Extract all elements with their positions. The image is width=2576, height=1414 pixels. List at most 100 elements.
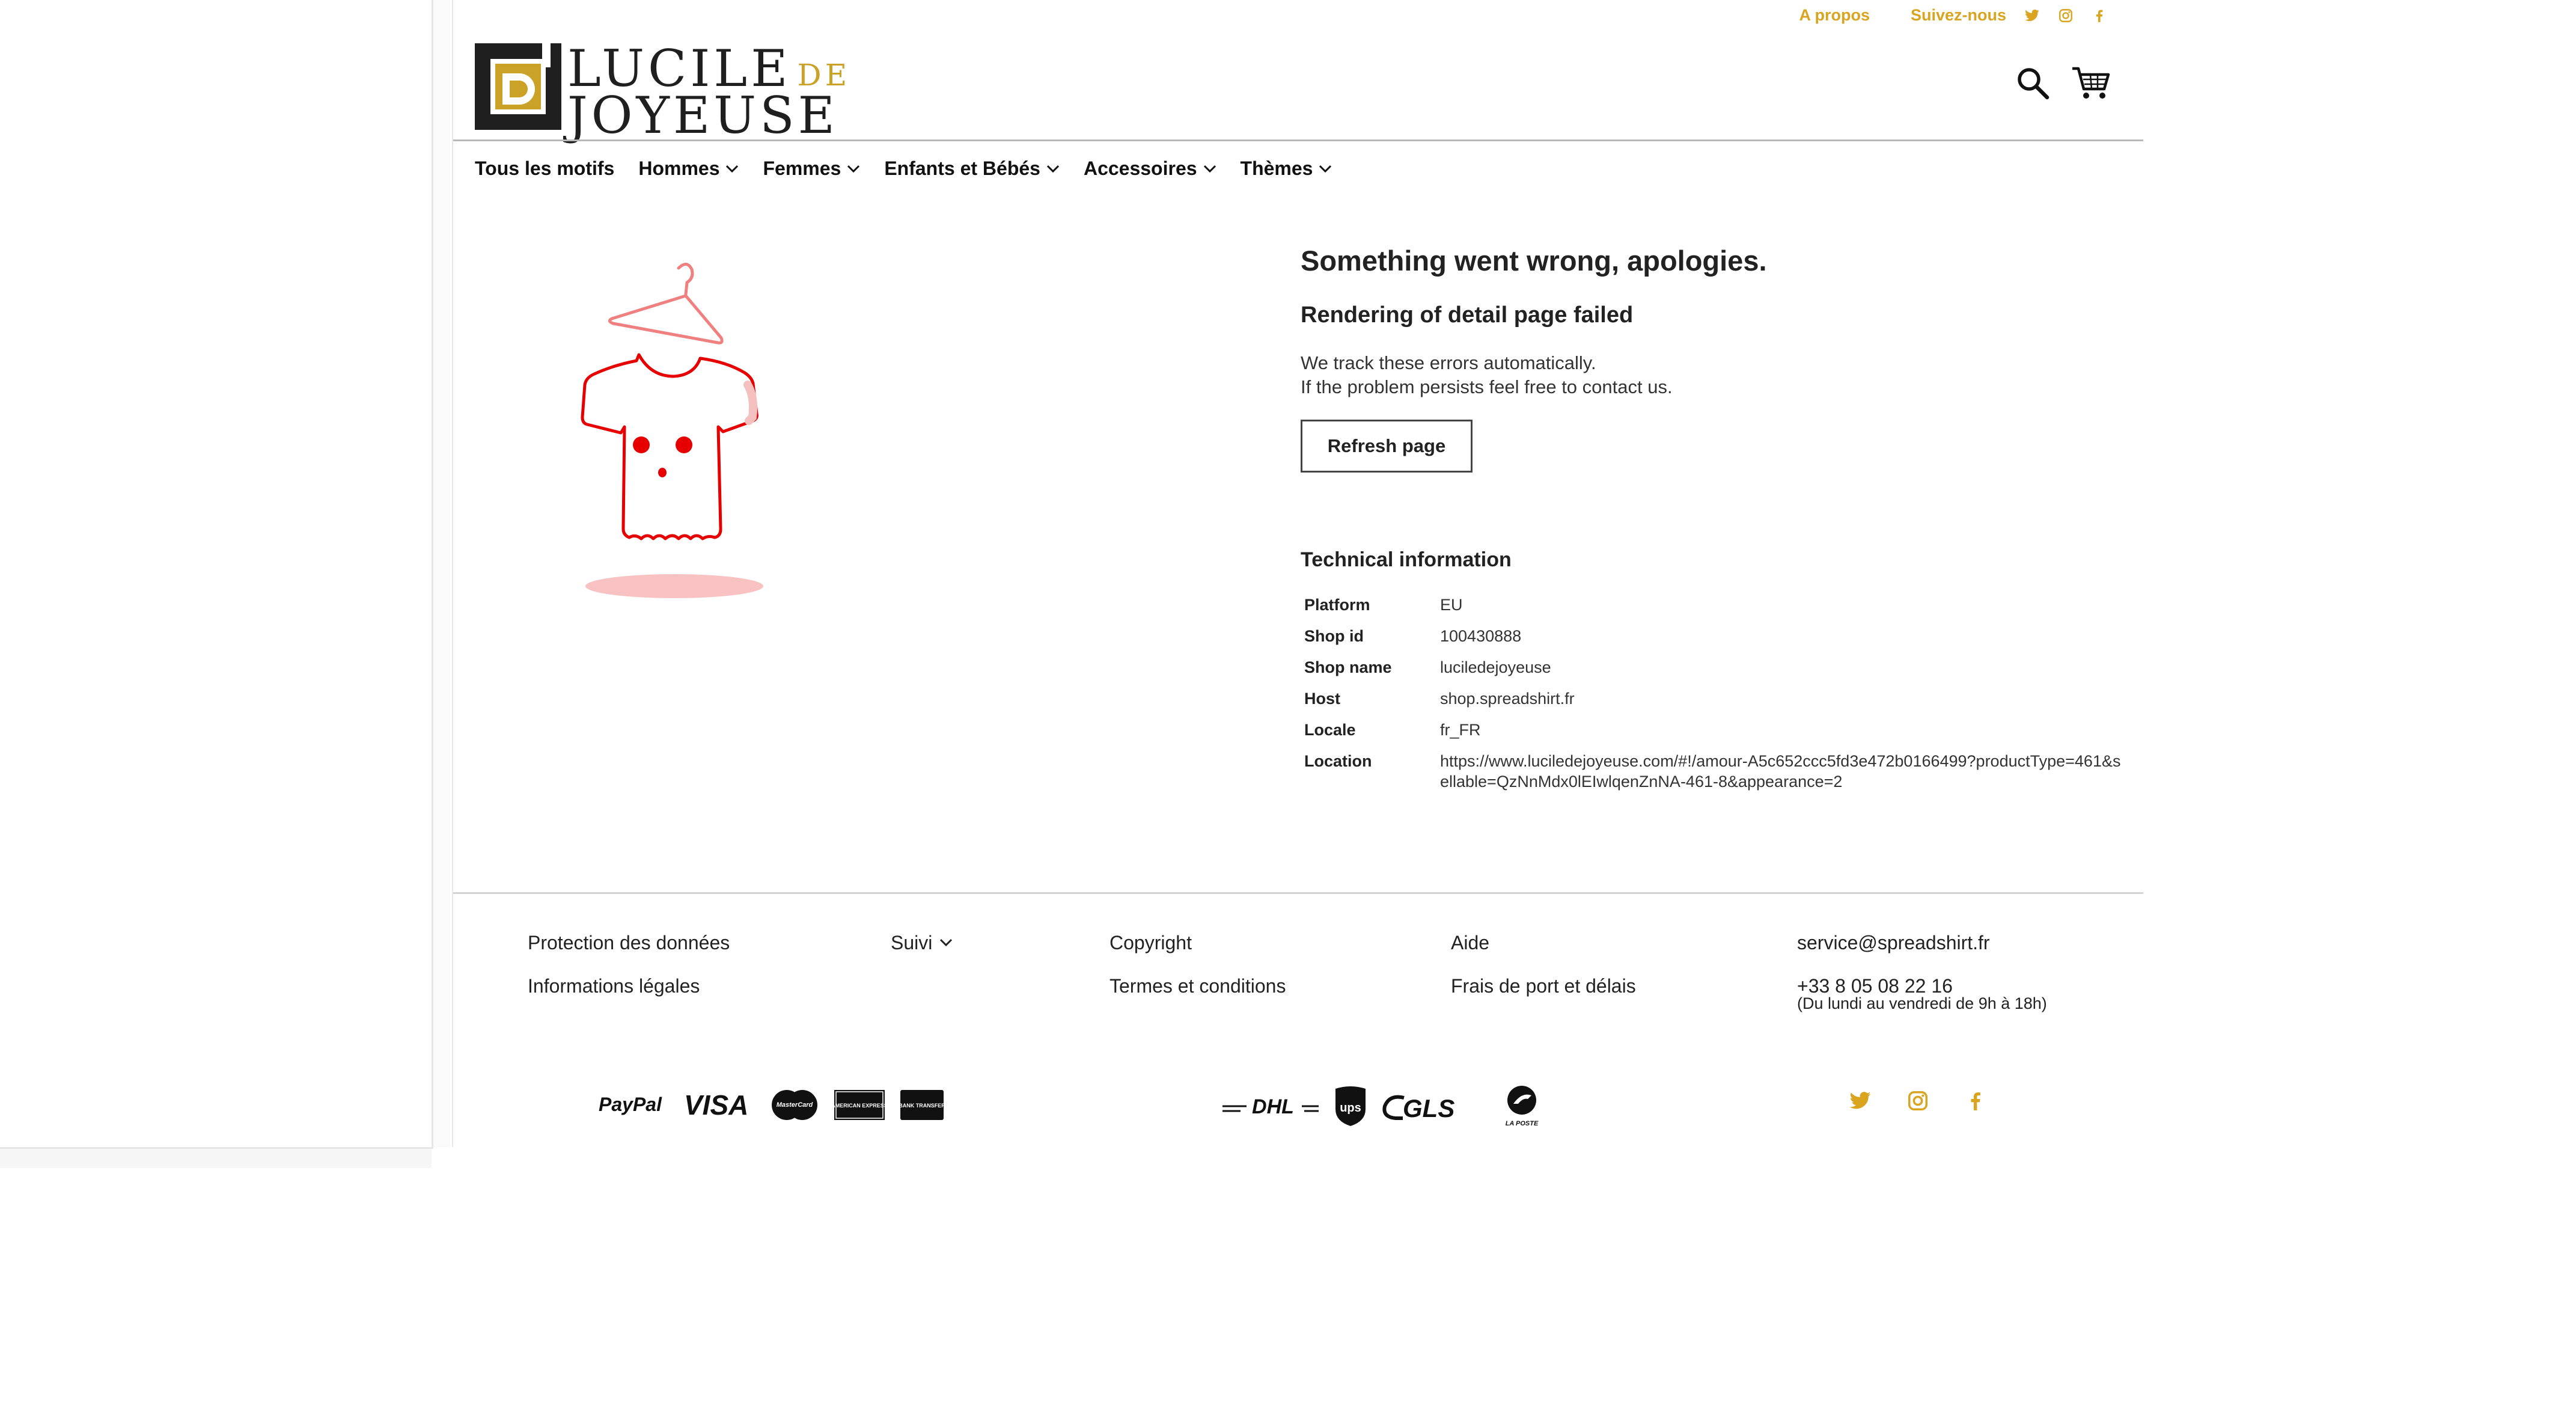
twitter-icon[interactable] bbox=[1849, 1089, 1872, 1112]
follow-label: Suivez-nous bbox=[1910, 6, 2006, 24]
nav-item-femmes[interactable]: Femmes bbox=[763, 158, 860, 180]
top-bar: A propos Suivez-nous bbox=[1799, 6, 2107, 25]
tech-key: Shop name bbox=[1304, 658, 1392, 676]
la-poste-logo-text: LA POSTE bbox=[1506, 1120, 1539, 1127]
visa-logo-text: VISA bbox=[684, 1091, 748, 1119]
header-icons bbox=[2015, 65, 2111, 101]
gls-logo: GLS bbox=[1382, 1094, 1454, 1122]
nav-item-label: Accessoires bbox=[1083, 158, 1197, 179]
facebook-icon[interactable] bbox=[1964, 1089, 1987, 1112]
tech-value: luciledejoyeuse bbox=[1440, 658, 1551, 676]
chevron-down-icon bbox=[940, 938, 953, 947]
tech-value: fr_FR bbox=[1440, 721, 1481, 739]
mastercard-logo-text: MasterCard bbox=[777, 1101, 813, 1109]
left-gutter bbox=[433, 0, 450, 1147]
table-row: Shop name luciledejoyeuse bbox=[1301, 657, 2125, 688]
tech-value: https://www.luciledejoyeuse.com/#!/amour… bbox=[1440, 752, 2121, 791]
nav-item-label: Thèmes bbox=[1240, 158, 1313, 179]
amex-logo-text: AMERICAN EXPRESS bbox=[834, 1103, 885, 1109]
technical-info-table: Platform EU Shop id 100430888 Shop name luc… bbox=[1301, 595, 2125, 803]
nav-item-label: Enfants et Bébés bbox=[884, 158, 1040, 179]
footer-link-help[interactable]: Aide bbox=[1451, 921, 1636, 964]
sad-tshirt-icon bbox=[581, 353, 758, 540]
paypal-logo-text: PayPal bbox=[599, 1094, 662, 1115]
error-illustration bbox=[531, 252, 868, 607]
ups-logo: ups bbox=[1335, 1086, 1366, 1126]
tech-key: Location bbox=[1304, 752, 1372, 770]
footer-link-shipping[interactable]: Frais de port et délais bbox=[1451, 964, 1636, 1008]
nav-item-accessoires[interactable]: Accessoires bbox=[1084, 158, 1216, 180]
error-line-2: If the problem persists feel free to con… bbox=[1301, 376, 1673, 397]
tech-key: Shop id bbox=[1304, 627, 1364, 645]
footer-link-privacy[interactable]: Protection des données bbox=[528, 921, 730, 964]
paypal-logo: PayPal bbox=[599, 1094, 662, 1115]
footer-col-suivi: Suivi bbox=[891, 921, 953, 964]
logo-mark bbox=[475, 43, 561, 130]
nav-item-label: Tous les motifs bbox=[475, 158, 615, 179]
table-row: Location https://www.luciledejoyeuse.com/… bbox=[1301, 751, 2125, 803]
tech-value: EU bbox=[1440, 596, 1463, 614]
shop-logo[interactable]: LUCILE DE JOYEUSE bbox=[475, 43, 850, 141]
nav-item-enfants-et-bebes[interactable]: Enfants et Bébés bbox=[884, 158, 1060, 180]
mastercard-logo: MasterCard bbox=[772, 1090, 817, 1120]
gls-logo-text: GLS bbox=[1403, 1094, 1454, 1122]
technical-info-heading: Technical information bbox=[1301, 548, 1512, 571]
footer-col-help: Aide Frais de port et délais bbox=[1451, 921, 1636, 1008]
bank-transfer-logo-text: BANK TRANSFER bbox=[900, 1103, 944, 1109]
chevron-down-icon bbox=[1046, 165, 1060, 173]
tech-value: shop.spreadshirt.fr bbox=[1440, 690, 1575, 708]
hanger-icon bbox=[608, 263, 724, 344]
nav-item-label: Hommes bbox=[638, 158, 720, 179]
footer-suivi-label: Suivi bbox=[891, 932, 933, 953]
footer-social bbox=[1849, 1089, 1987, 1112]
footer-email-link[interactable]: service@spreadshirt.fr bbox=[1797, 921, 2047, 964]
cart-icon[interactable] bbox=[2071, 65, 2111, 101]
instagram-icon[interactable] bbox=[2058, 8, 2074, 23]
footer-suivi-dropdown[interactable]: Suivi bbox=[891, 921, 953, 964]
table-row: Shop id 100430888 bbox=[1301, 626, 2125, 657]
footer-link-copyright[interactable]: Copyright bbox=[1109, 921, 1286, 964]
chevron-down-icon bbox=[726, 165, 739, 173]
amex-logo: AMERICAN EXPRESS bbox=[834, 1090, 885, 1120]
twitter-icon[interactable] bbox=[2024, 8, 2040, 23]
nav-item-hommes[interactable]: Hommes bbox=[638, 158, 739, 180]
shipping-logos: DHL ups GLS LA POSTE bbox=[1222, 1085, 1548, 1128]
ups-logo-text: ups bbox=[1340, 1101, 1361, 1115]
footer-link-terms[interactable]: Termes et conditions bbox=[1109, 964, 1286, 1008]
main-nav: Tous les motifs Hommes Femmes Enfants et… bbox=[475, 158, 1332, 180]
error-title: Something went wrong, apologies. bbox=[1301, 245, 1767, 277]
nav-item-themes[interactable]: Thèmes bbox=[1241, 158, 1332, 180]
top-social-group: Suivez-nous bbox=[1911, 6, 2107, 25]
footer-col-legal: Protection des données Informations léga… bbox=[528, 921, 730, 1008]
tech-key: Locale bbox=[1304, 721, 1356, 739]
logo-line2: JOYEUSE bbox=[567, 86, 838, 145]
header-divider bbox=[453, 139, 2143, 141]
footer-divider bbox=[453, 892, 2143, 894]
logo-wordmark: LUCILE DE JOYEUSE bbox=[567, 43, 850, 141]
tech-key: Host bbox=[1304, 690, 1340, 708]
instagram-icon[interactable] bbox=[1906, 1089, 1929, 1112]
chevron-down-icon bbox=[1203, 165, 1216, 173]
error-description: We track these errors automatically. If … bbox=[1301, 351, 2136, 399]
payment-logos: PayPal VISA MasterCard AMERICAN EXPRESS … bbox=[599, 1089, 944, 1121]
visa-logo: VISA bbox=[684, 1091, 748, 1119]
chevron-down-icon bbox=[1319, 165, 1332, 173]
error-panel: Something went wrong, apologies. Renderi… bbox=[1301, 244, 2136, 803]
about-link[interactable]: A propos bbox=[1799, 6, 1870, 25]
nav-item-label: Femmes bbox=[763, 158, 841, 179]
dhl-logo: DHL bbox=[1222, 1095, 1319, 1118]
footer-link-legal-info[interactable]: Informations légales bbox=[528, 964, 730, 1008]
search-icon[interactable] bbox=[2015, 65, 2051, 101]
la-poste-logo: LA POSTE bbox=[1506, 1086, 1539, 1127]
refresh-page-button[interactable]: Refresh page bbox=[1301, 420, 1473, 473]
table-row: Locale fr_FR bbox=[1301, 720, 2125, 751]
chevron-down-icon bbox=[847, 165, 860, 173]
left-panel-footer-strip bbox=[0, 1149, 432, 1168]
tech-value: 100430888 bbox=[1440, 627, 1522, 645]
nav-item-tous-les-motifs[interactable]: Tous les motifs bbox=[475, 158, 614, 180]
tech-key: Platform bbox=[1304, 596, 1370, 614]
dhl-logo-text: DHL bbox=[1252, 1095, 1294, 1118]
footer-col-contact: service@spreadshirt.fr +33 8 05 08 22 16… bbox=[1797, 921, 2047, 1012]
facebook-icon[interactable] bbox=[2092, 8, 2107, 23]
error-line-1: We track these errors automatically. bbox=[1301, 352, 1596, 373]
